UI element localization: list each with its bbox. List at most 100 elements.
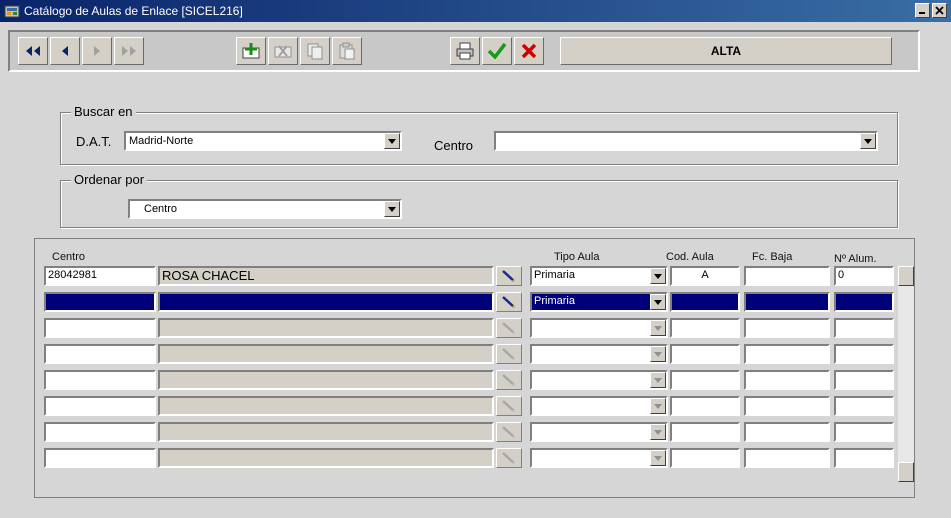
cancel-button[interactable]: [514, 37, 544, 65]
fc-baja-cell[interactable]: [744, 318, 830, 338]
grid-scrollbar[interactable]: [898, 266, 914, 482]
lov-pencil-button[interactable]: [496, 448, 522, 468]
minimize-button[interactable]: [915, 3, 930, 18]
chevron-down-icon[interactable]: [650, 294, 666, 310]
fc-baja-cell[interactable]: [744, 292, 830, 312]
num-alumnos-cell[interactable]: [834, 318, 894, 338]
tipo-aula-select[interactable]: [530, 396, 668, 416]
centro-name-cell[interactable]: [158, 292, 494, 312]
tipo-aula-select[interactable]: [530, 448, 668, 468]
num-alumnos-cell[interactable]: 0: [834, 266, 894, 286]
fc-baja-cell[interactable]: [744, 396, 830, 416]
chevron-down-icon[interactable]: [650, 424, 666, 440]
fc-baja-cell[interactable]: [744, 266, 830, 286]
cod-aula-cell[interactable]: A: [670, 266, 740, 286]
tipo-aula-select[interactable]: [530, 318, 668, 338]
lov-pencil-button[interactable]: [496, 422, 522, 442]
header-fc-baja: Fc. Baja: [752, 251, 793, 263]
dat-label: D.A.T.: [76, 134, 112, 149]
delete-record-button[interactable]: [268, 37, 298, 65]
chevron-down-icon[interactable]: [860, 133, 876, 149]
num-alumnos-cell[interactable]: [834, 448, 894, 468]
lov-pencil-button[interactable]: [496, 344, 522, 364]
num-alumnos-cell[interactable]: [834, 292, 894, 312]
chevron-down-icon[interactable]: [650, 450, 666, 466]
fc-baja-cell[interactable]: [744, 448, 830, 468]
cod-aula-cell[interactable]: [670, 370, 740, 390]
chevron-down-icon[interactable]: [650, 320, 666, 336]
centro-name-cell[interactable]: [158, 318, 494, 338]
num-alumnos-cell[interactable]: [834, 422, 894, 442]
paste-button[interactable]: [332, 37, 362, 65]
cod-aula-cell[interactable]: [670, 344, 740, 364]
centro-code-cell[interactable]: [44, 396, 156, 416]
last-record-button[interactable]: [114, 37, 144, 65]
order-select[interactable]: Centro: [128, 199, 402, 219]
centro-select[interactable]: [494, 131, 878, 151]
scroll-up-button[interactable]: [898, 266, 914, 286]
cod-aula-cell[interactable]: [670, 292, 740, 312]
window-title: Catálogo de Aulas de Enlace [SICEL216]: [24, 4, 243, 18]
lov-pencil-button[interactable]: [496, 370, 522, 390]
copy-button[interactable]: [300, 37, 330, 65]
fc-baja-cell[interactable]: [744, 344, 830, 364]
centro-code-cell[interactable]: [44, 292, 156, 312]
lov-pencil-button[interactable]: [496, 318, 522, 338]
centro-code-cell[interactable]: [44, 344, 156, 364]
centro-code-cell[interactable]: [44, 318, 156, 338]
centro-code-cell[interactable]: 28042981: [44, 266, 156, 286]
cod-aula-cell[interactable]: [670, 318, 740, 338]
checkmark-icon: [487, 42, 507, 60]
tipo-aula-select[interactable]: [530, 370, 668, 390]
previous-record-button[interactable]: [50, 37, 80, 65]
centro-code-cell[interactable]: [44, 370, 156, 390]
centro-name-cell[interactable]: [158, 422, 494, 442]
print-button[interactable]: [450, 37, 480, 65]
fc-baja-cell[interactable]: [744, 370, 830, 390]
accept-button[interactable]: [482, 37, 512, 65]
chevron-down-icon[interactable]: [650, 346, 666, 362]
chevron-down-icon[interactable]: [384, 201, 400, 217]
lov-pencil-button[interactable]: [496, 292, 522, 312]
centro-name-cell[interactable]: [158, 448, 494, 468]
fc-baja-cell[interactable]: [744, 422, 830, 442]
centro-name-cell[interactable]: [158, 370, 494, 390]
tipo-aula-select[interactable]: Primaria: [530, 266, 668, 286]
num-alumnos-cell[interactable]: [834, 370, 894, 390]
app-window-icon: [4, 3, 20, 19]
first-record-button[interactable]: [18, 37, 48, 65]
centro-label: Centro: [434, 138, 474, 153]
chevron-down-icon[interactable]: [384, 133, 400, 149]
close-icon: [935, 6, 944, 15]
chevron-down-icon[interactable]: [650, 398, 666, 414]
centro-name-cell[interactable]: [158, 344, 494, 364]
scroll-down-button[interactable]: [898, 462, 914, 482]
header-centro: Centro: [52, 251, 86, 263]
next-record-icon: [94, 46, 100, 56]
tipo-aula-select[interactable]: [530, 422, 668, 442]
close-button[interactable]: [932, 3, 947, 18]
lov-pencil-button[interactable]: [496, 266, 522, 286]
tipo-aula-select[interactable]: [530, 344, 668, 364]
insert-record-button[interactable]: [236, 37, 266, 65]
centro-code-cell[interactable]: [44, 422, 156, 442]
num-alumnos-cell[interactable]: [834, 396, 894, 416]
cod-aula-cell[interactable]: [670, 422, 740, 442]
cod-aula-cell[interactable]: [670, 396, 740, 416]
centro-name-cell[interactable]: [158, 396, 494, 416]
cancel-x-icon: [521, 43, 537, 59]
cod-aula-cell[interactable]: [670, 448, 740, 468]
next-record-button[interactable]: [82, 37, 112, 65]
centro-name-cell[interactable]: ROSA CHACEL: [158, 266, 494, 286]
chevron-down-icon[interactable]: [650, 372, 666, 388]
lov-pencil-button[interactable]: [496, 396, 522, 416]
centro-code-cell[interactable]: [44, 448, 156, 468]
paste-icon: [339, 42, 355, 60]
tipo-aula-select[interactable]: Primaria: [530, 292, 668, 312]
copy-icon: [307, 43, 323, 60]
dat-select[interactable]: Madrid-Norte: [124, 131, 402, 151]
num-alumnos-cell[interactable]: [834, 344, 894, 364]
printer-icon: [456, 42, 474, 60]
chevron-down-icon[interactable]: [650, 268, 666, 284]
last-record-icon: [122, 46, 136, 56]
